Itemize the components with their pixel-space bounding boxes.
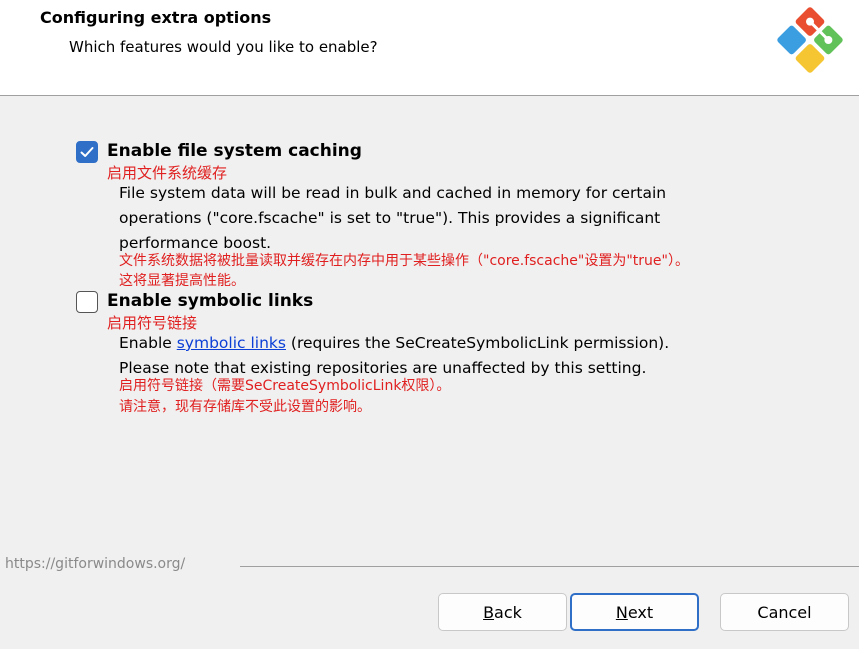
fscache-desc-cn-line-1: 文件系统数据将被批量读取并缓存在内存中用于某些操作（"core.fscache"… [119, 253, 689, 269]
symlinks-desc-line-1: Enable symbolic links (requires the SeCr… [119, 331, 669, 356]
checkmark-icon [80, 147, 94, 157]
fscache-desc-cn-line-2: 这将显著提高性能。 [119, 273, 245, 289]
back-label-rest: ack [494, 602, 522, 622]
symlinks-label-cn: 启用符号链接 [107, 314, 198, 332]
next-label-rest: ext [627, 602, 654, 622]
cancel-button[interactable]: Cancel [720, 593, 849, 631]
symlinks-desc-cn-line-1: 启用符号链接（需要SeCreateSymbolicLink权限）。 [119, 378, 451, 394]
git-logo-icon [777, 7, 843, 73]
next-button[interactable]: Next [570, 593, 699, 631]
fscache-desc-line-1: File system data will be read in bulk an… [119, 184, 667, 202]
back-button[interactable]: Back [438, 593, 567, 631]
footer-url: https://gitforwindows.org/ [5, 556, 186, 572]
back-mnemonic: B [483, 602, 495, 622]
symlinks-desc-cn-line-2: 请注意，现有存储库不受此设置的影响。 [119, 399, 371, 415]
wizard-header: Configuring extra options Which features… [0, 0, 859, 96]
symlinks-desc-prefix: Enable [119, 334, 177, 352]
symbolic-links-link[interactable]: symbolic links [177, 334, 286, 352]
fscache-label[interactable]: Enable file system caching [107, 141, 362, 161]
fscache-label-cn: 启用文件系统缓存 [107, 164, 228, 182]
page-title: Configuring extra options [40, 8, 272, 27]
fscache-checkbox[interactable] [76, 141, 98, 163]
symlinks-desc-suffix: (requires the SeCreateSymbolicLink permi… [285, 334, 670, 352]
page-subtitle: Which features would you like to enable? [69, 38, 378, 56]
footer-divider [240, 566, 859, 567]
symlinks-label[interactable]: Enable symbolic links [107, 291, 313, 311]
fscache-desc-line-2: operations ("core.fscache" is set to "tr… [119, 209, 661, 227]
symlinks-checkbox[interactable] [76, 291, 98, 313]
next-mnemonic: N [615, 602, 628, 622]
